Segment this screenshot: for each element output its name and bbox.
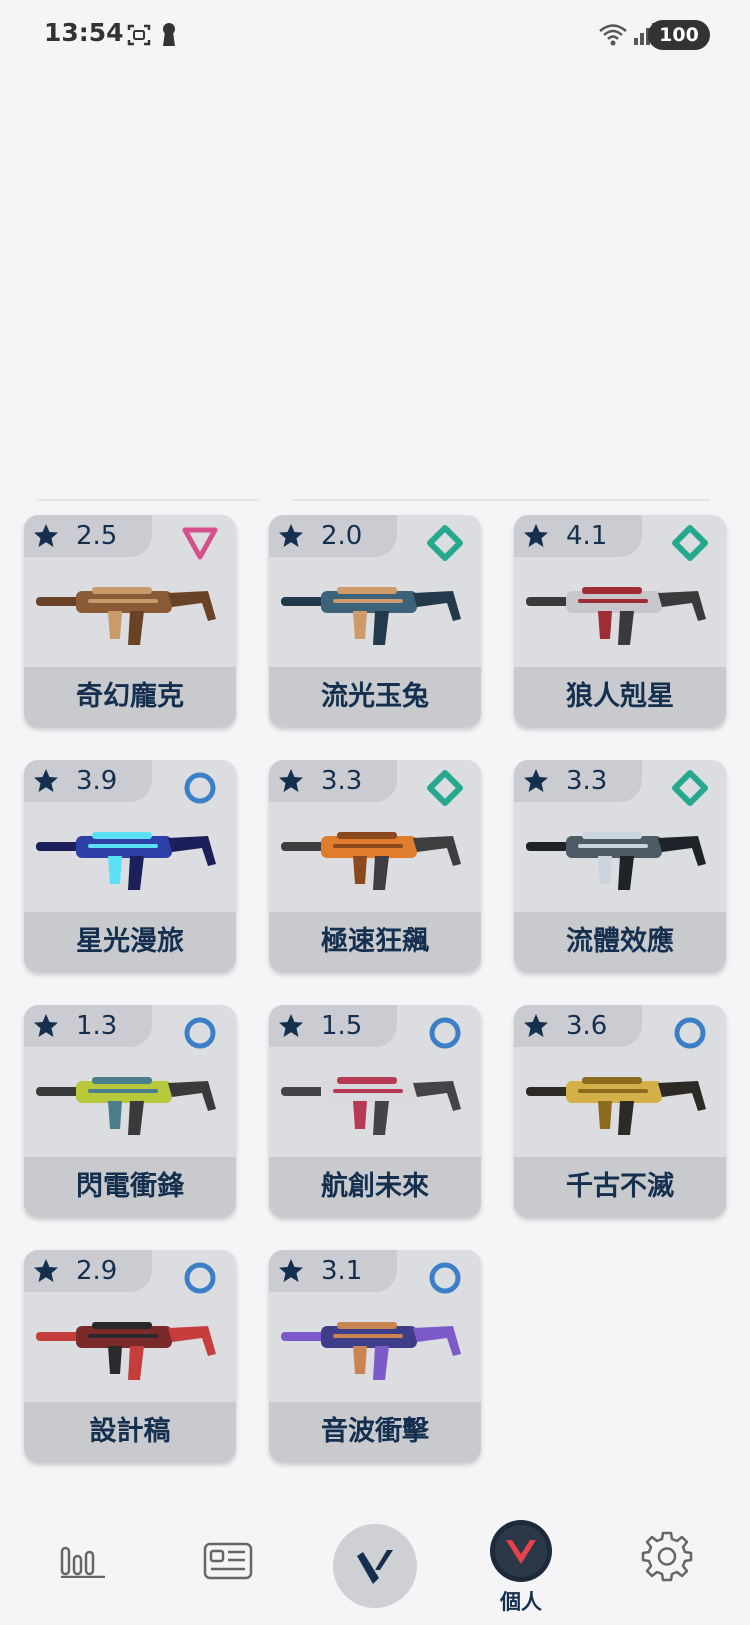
rating-badge: 3.9 [24, 760, 152, 802]
rating-badge: 3.3 [269, 760, 397, 802]
star-icon [34, 1014, 58, 1037]
star-icon [279, 524, 303, 547]
skin-card[interactable]: 2.5 奇幻龐克 [24, 515, 236, 727]
weapon-skin-image [36, 832, 216, 890]
circle-tier-icon [429, 1017, 461, 1049]
skin-name: 流體效應 [566, 926, 674, 957]
skin-name: 千古不滅 [566, 1171, 674, 1202]
home-button[interactable] [333, 1524, 417, 1608]
divider-right [292, 499, 710, 501]
circle-tier-icon [674, 1017, 706, 1049]
skin-name: 奇幻龐克 [76, 681, 184, 712]
news-icon[interactable] [203, 1542, 253, 1580]
weapon-skin-image [281, 1077, 461, 1135]
skin-name: 流光玉兔 [321, 681, 429, 712]
rating-value: 3.1 [321, 1256, 363, 1286]
divider-left [37, 499, 259, 501]
rating-value: 2.9 [76, 1256, 118, 1286]
skin-card[interactable]: 1.5 航創未來 [269, 1005, 481, 1217]
weapon-skin-image [36, 587, 216, 645]
diamond-tier-icon [427, 525, 463, 561]
rating-badge: 4.1 [514, 515, 642, 557]
rating-badge: 1.5 [269, 1005, 397, 1047]
rating-badge: 2.0 [269, 515, 397, 557]
weapon-skin-image [281, 1322, 461, 1380]
rating-badge: 3.1 [269, 1250, 397, 1292]
skin-card[interactable]: 2.0 流光玉兔 [269, 515, 481, 727]
triangle-tier-icon [182, 527, 218, 560]
rating-badge: 3.6 [514, 1005, 642, 1047]
profile-avatar-icon [495, 1525, 547, 1577]
skin-card[interactable]: 3.3 流體效應 [514, 760, 726, 972]
skin-name: 設計稿 [89, 1416, 171, 1447]
rating-badge: 3.3 [514, 760, 642, 802]
weapon-skin-image [36, 1322, 216, 1380]
circle-tier-icon [429, 1262, 461, 1294]
rating-value: 1.5 [321, 1011, 363, 1041]
nav-label-profile: 個人 [500, 1590, 542, 1614]
rating-value: 3.3 [566, 766, 608, 796]
wifi-icon [599, 24, 627, 46]
skin-name: 狼人剋星 [566, 681, 674, 712]
star-icon [524, 524, 548, 547]
weapon-skin-image [526, 832, 706, 890]
skin-name: 音波衝擊 [321, 1416, 429, 1447]
star-icon [34, 1259, 58, 1282]
rating-badge: 2.9 [24, 1250, 152, 1292]
rating-badge: 1.3 [24, 1005, 152, 1047]
bottom-nav [0, 1500, 750, 1625]
skin-name: 閃電衝鋒 [76, 1171, 184, 1202]
skin-card[interactable]: 3.3 極速狂飆 [269, 760, 481, 972]
rating-value: 2.0 [321, 521, 363, 551]
weapon-skin-image [281, 587, 461, 645]
skin-name: 航創未來 [321, 1171, 429, 1202]
circle-tier-icon [184, 1017, 216, 1049]
rating-value: 3.6 [566, 1011, 608, 1041]
rating-value: 2.5 [76, 521, 118, 551]
weapon-skin-image [281, 832, 461, 890]
stats-chart-icon[interactable] [60, 1538, 106, 1578]
skin-card[interactable]: 2.9 設計稿 [24, 1250, 236, 1462]
star-icon [279, 1014, 303, 1037]
weapon-skin-image [36, 1077, 216, 1135]
battery-indicator: 100 [648, 20, 710, 50]
weapon-skin-image [526, 1077, 706, 1135]
gear-icon[interactable] [641, 1530, 693, 1582]
rating-value: 1.3 [76, 1011, 118, 1041]
skin-card[interactable]: 3.1 音波衝擊 [269, 1250, 481, 1462]
skin-card[interactable]: 1.3 閃電衝鋒 [24, 1005, 236, 1217]
rating-badge: 2.5 [24, 515, 152, 557]
rating-value: 3.3 [321, 766, 363, 796]
skin-card[interactable]: 3.6 千古不滅 [514, 1005, 726, 1217]
diamond-tier-icon [427, 770, 463, 806]
circle-tier-icon [184, 1262, 216, 1294]
diamond-tier-icon [672, 525, 708, 561]
profile-avatar[interactable] [490, 1520, 552, 1582]
valorant-logo-icon [357, 1550, 393, 1584]
rating-value: 3.9 [76, 766, 118, 796]
star-icon [279, 769, 303, 792]
star-icon [524, 1014, 548, 1037]
screenshot-icon [127, 24, 151, 46]
star-icon [34, 769, 58, 792]
star-icon [279, 1259, 303, 1282]
skin-name: 星光漫旅 [76, 926, 184, 957]
weapon-skin-image [526, 587, 706, 645]
keyhole-icon [163, 23, 175, 46]
status-bar: 13:54 100 [0, 0, 750, 70]
star-icon [34, 524, 58, 547]
circle-tier-icon [184, 772, 216, 804]
skin-card[interactable]: 3.9 星光漫旅 [24, 760, 236, 972]
rating-value: 4.1 [566, 521, 608, 551]
skin-card[interactable]: 4.1 狼人剋星 [514, 515, 726, 727]
status-time: 13:54 [44, 18, 124, 47]
star-icon [524, 769, 548, 792]
diamond-tier-icon [672, 770, 708, 806]
skin-name: 極速狂飆 [321, 926, 429, 957]
